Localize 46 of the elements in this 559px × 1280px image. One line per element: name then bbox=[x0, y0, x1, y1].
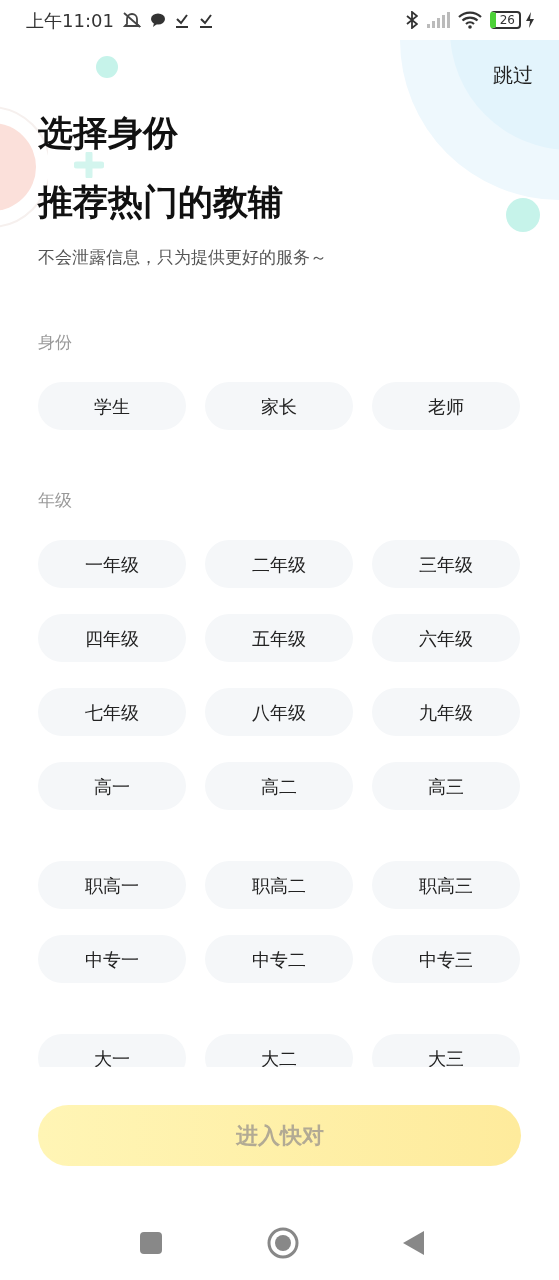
download-check-icon bbox=[173, 12, 190, 28]
recents-icon[interactable] bbox=[139, 1231, 163, 1255]
status-time: 上午11:01 bbox=[26, 8, 114, 33]
skip-link[interactable]: 跳过 bbox=[493, 63, 533, 87]
chat-icon bbox=[149, 13, 166, 27]
section-label: 身份 bbox=[38, 331, 73, 354]
option-chip[interactable]: 大二 bbox=[205, 1034, 353, 1067]
option-chip[interactable]: 职高三 bbox=[372, 861, 520, 909]
option-chip[interactable]: 四年级 bbox=[38, 614, 186, 662]
option-chip[interactable]: 大一 bbox=[38, 1034, 186, 1067]
decorative-dot bbox=[96, 56, 118, 78]
option-chip[interactable]: 二年级 bbox=[205, 540, 353, 588]
signal-icon bbox=[425, 12, 450, 28]
back-icon[interactable] bbox=[402, 1230, 424, 1256]
option-chip[interactable]: 家长 bbox=[205, 382, 353, 430]
option-chip[interactable]: 学生 bbox=[38, 382, 186, 430]
option-chip[interactable]: 八年级 bbox=[205, 688, 353, 736]
decorative-dot bbox=[506, 198, 540, 232]
option-chip[interactable]: 职高一 bbox=[38, 861, 186, 909]
option-chip[interactable]: 中专二 bbox=[205, 935, 353, 983]
option-chip[interactable]: 五年级 bbox=[205, 614, 353, 662]
option-chip[interactable]: 七年级 bbox=[38, 688, 186, 736]
option-chip[interactable]: 九年级 bbox=[372, 688, 520, 736]
option-chip[interactable]: 中专三 bbox=[372, 935, 520, 983]
bell-muted-icon bbox=[121, 11, 142, 29]
subtitle: 不会泄露信息，只为提供更好的服务～ bbox=[38, 247, 328, 269]
option-chip[interactable]: 三年级 bbox=[372, 540, 520, 588]
bluetooth-icon bbox=[405, 11, 418, 29]
option-chip[interactable]: 大三 bbox=[372, 1034, 520, 1067]
section-label: 年级 bbox=[38, 489, 73, 512]
option-chip[interactable]: 老师 bbox=[372, 382, 520, 430]
option-chip[interactable]: 一年级 bbox=[38, 540, 186, 588]
decorative-plus bbox=[74, 152, 104, 178]
option-chip[interactable]: 高三 bbox=[372, 762, 520, 810]
page-title: 推荐热门的教辅 bbox=[38, 181, 284, 224]
home-icon[interactable] bbox=[266, 1227, 299, 1259]
option-chip[interactable]: 职高二 bbox=[205, 861, 353, 909]
option-chip[interactable]: 高一 bbox=[38, 762, 186, 810]
download-check-icon bbox=[197, 12, 214, 28]
battery-indicator: 26 bbox=[489, 11, 521, 29]
option-chip[interactable]: 中专一 bbox=[38, 935, 186, 983]
page-title: 选择身份 bbox=[38, 112, 179, 155]
option-chip[interactable]: 高二 bbox=[205, 762, 353, 810]
option-chip[interactable]: 六年级 bbox=[372, 614, 520, 662]
wifi-icon bbox=[457, 11, 482, 29]
charging-icon bbox=[525, 12, 535, 28]
